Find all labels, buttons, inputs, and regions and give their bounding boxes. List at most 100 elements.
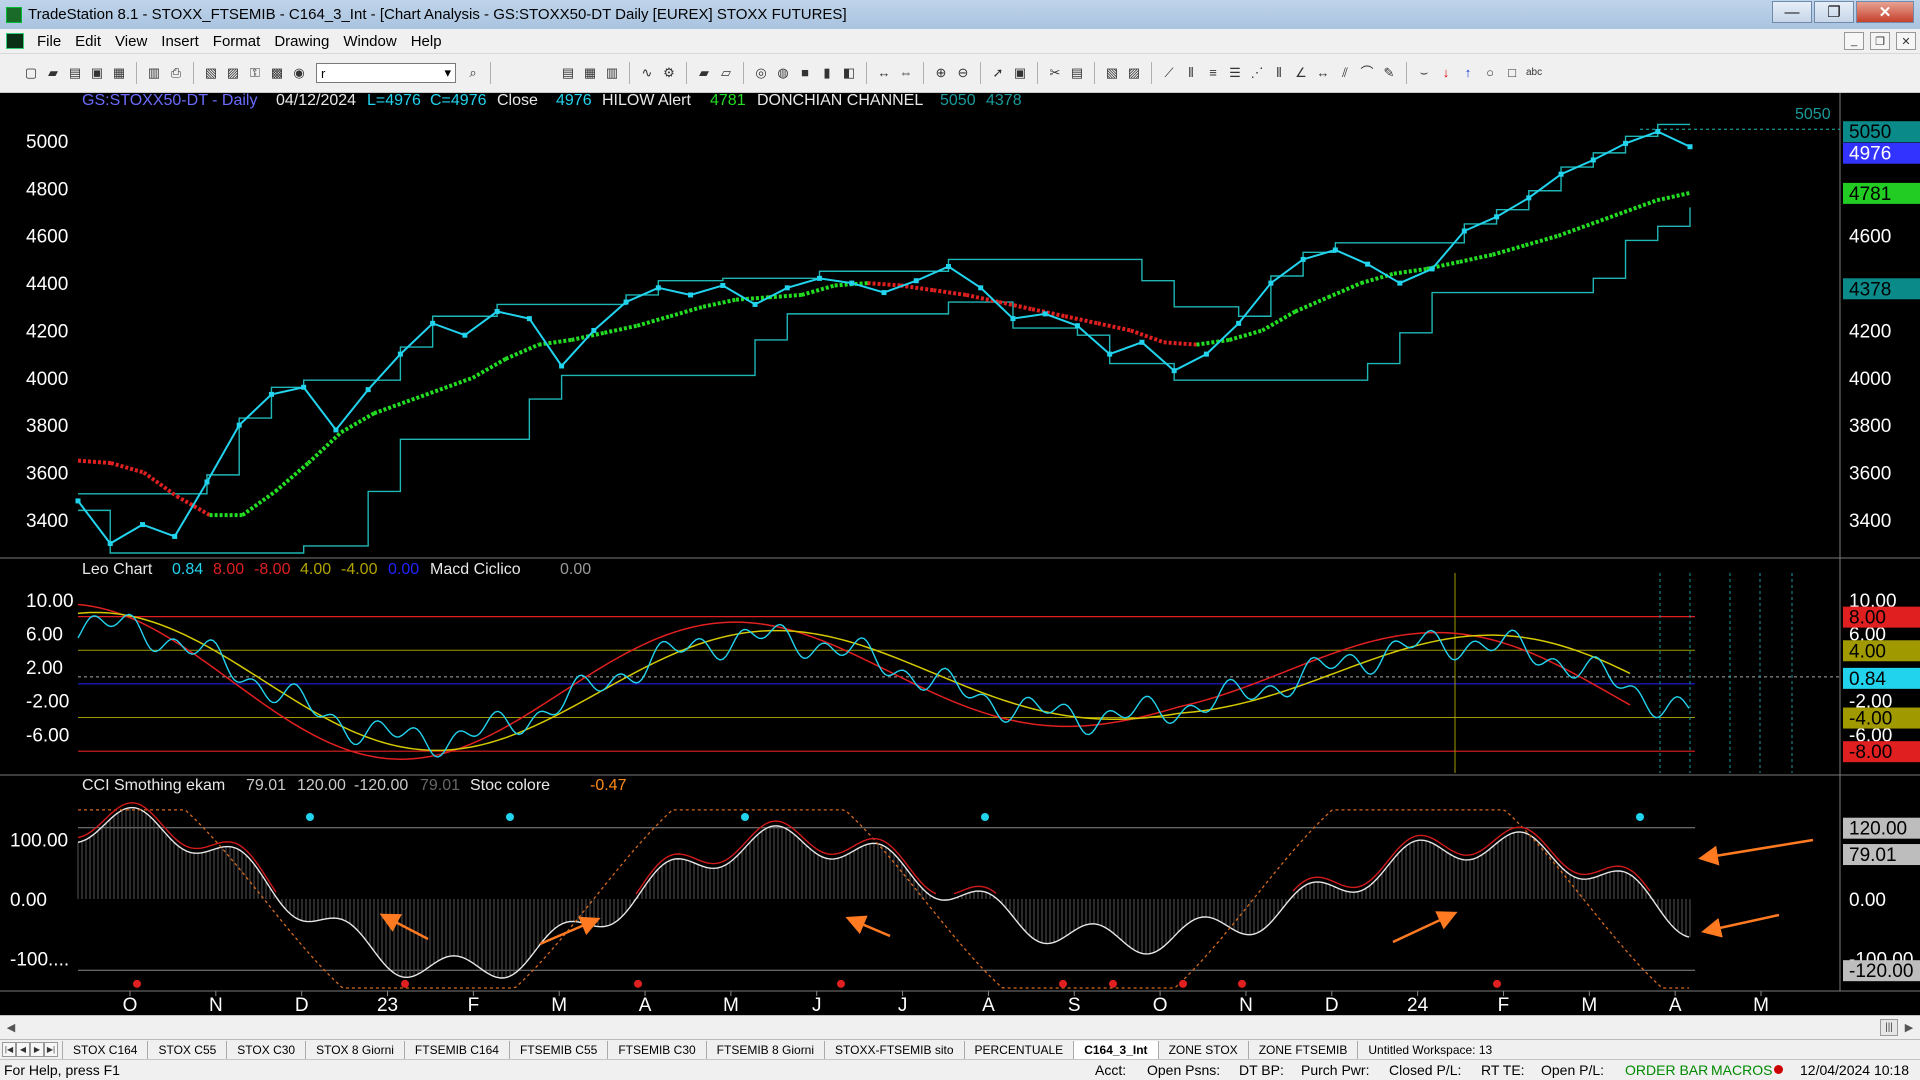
menu-insert[interactable]: Insert <box>154 33 206 50</box>
menu-edit[interactable]: Edit <box>68 33 108 50</box>
scan-icon[interactable]: ⚙ <box>661 65 677 81</box>
workspace-tab[interactable]: FTSEMIB C164 <box>403 1040 509 1059</box>
pencil-icon[interactable]: ✎ <box>1381 65 1397 81</box>
expand-icon[interactable]: ⇔ <box>898 65 914 81</box>
macros-button[interactable]: MACROS <box>1711 1062 1772 1078</box>
compress-icon[interactable]: ↔ <box>876 65 892 81</box>
price-bar-marker <box>784 285 790 291</box>
arc-icon[interactable]: ⌒ <box>1359 65 1375 81</box>
tab-first-icon[interactable]: |◀ <box>2 1042 16 1057</box>
menu-file[interactable]: File <box>30 33 68 50</box>
workspace-tab[interactable]: STOXX-FTSEMIB sito <box>824 1040 963 1059</box>
matrix-icon[interactable]: ◍ <box>775 65 791 81</box>
lock-icon[interactable]: ⚿ <box>247 65 263 81</box>
zoom-out-icon[interactable]: ⊖ <box>955 65 971 81</box>
zoom-in-icon[interactable]: ⊕ <box>933 65 949 81</box>
doc-minimize-button[interactable]: _ <box>1844 32 1864 50</box>
horizontal-arrow-icon[interactable]: ↔ <box>1315 65 1331 81</box>
rectangle-icon[interactable]: □ <box>1504 65 1520 81</box>
horizontal-lines-icon[interactable]: ≡ <box>1205 65 1221 81</box>
toolbar-separator <box>923 62 924 84</box>
open-folder-icon[interactable]: ▰ <box>45 65 61 81</box>
print-preview-icon[interactable]: ▥ <box>146 65 162 81</box>
chart-horizontal-scrollbar[interactable]: ◀ ||| ▶ <box>0 1015 1920 1039</box>
tab-last-icon[interactable]: ▶| <box>44 1042 58 1057</box>
scroll-icon[interactable]: ◧ <box>841 65 857 81</box>
doc-restore-button[interactable]: ❐ <box>1870 32 1890 50</box>
window-icon[interactable]: ▧ <box>203 65 219 81</box>
price-bar-marker <box>1236 320 1242 326</box>
workspace-tab[interactable]: Untitled Workspace: 13 <box>1357 1040 1502 1059</box>
text-tool-icon[interactable]: abc <box>1526 65 1542 81</box>
alert-icon[interactable]: ▧ <box>1104 65 1120 81</box>
vertical-lines-icon[interactable]: ⦀ <box>1183 65 1199 81</box>
workspace-tab[interactable]: FTSEMIB C30 <box>607 1040 705 1059</box>
bars-icon[interactable]: ▮ <box>819 65 835 81</box>
new-icon[interactable]: ▢ <box>23 65 39 81</box>
scroll-right-icon[interactable]: ▶ <box>1901 1020 1917 1036</box>
sheet-icon[interactable]: ▥ <box>604 65 620 81</box>
arrow-up-icon[interactable]: ↑ <box>1460 65 1476 81</box>
open-icon[interactable]: ▤ <box>67 65 83 81</box>
tools-icon[interactable]: ✂ <box>1047 65 1063 81</box>
workspace-tab[interactable]: STOX C55 <box>147 1040 226 1059</box>
menu-help[interactable]: Help <box>404 33 449 50</box>
save-all-icon[interactable]: ▦ <box>111 65 127 81</box>
chart-canvas[interactable]: 5000 4800 4600 4400 4200 4000 3800 3600 3400 4600… <box>0 93 1920 1015</box>
workspace-tab[interactable]: ZONE STOX <box>1157 1040 1248 1059</box>
workspace-tab[interactable]: PERCENTUALE <box>963 1040 1074 1059</box>
chart-window-icon[interactable]: ■ <box>797 65 813 81</box>
lookup-icon[interactable]: ⌕ <box>465 65 481 81</box>
chart-icon[interactable]: ∿ <box>639 65 655 81</box>
globe-icon[interactable]: ◉ <box>291 65 307 81</box>
macro-icon[interactable]: ▨ <box>1126 65 1142 81</box>
menu-format[interactable]: Format <box>206 33 268 50</box>
windows-icon[interactable]: ▨ <box>225 65 241 81</box>
chart-document-icon[interactable] <box>6 33 24 49</box>
workspace-tab[interactable]: FTSEMIB C55 <box>508 1040 607 1059</box>
print-icon[interactable]: ⎙ <box>168 65 184 81</box>
ellipse-icon[interactable]: ○ <box>1482 65 1498 81</box>
strategy-icon[interactable]: ▱ <box>718 65 734 81</box>
scroll-thumb[interactable]: ||| <box>1880 1019 1898 1036</box>
stoc-bottom-dot <box>133 979 141 988</box>
table-icon[interactable]: ▦ <box>582 65 598 81</box>
scroll-left-icon[interactable]: ◀ <box>3 1020 19 1036</box>
toolbar-separator <box>980 62 981 84</box>
menu-view[interactable]: View <box>108 33 154 50</box>
doc-close-button[interactable]: ✕ <box>1896 32 1916 50</box>
close-button[interactable]: ✕ <box>1856 1 1914 23</box>
radar-icon[interactable]: ◎ <box>753 65 769 81</box>
symbol-input[interactable]: r ▾ <box>316 63 456 83</box>
workspace-tab[interactable]: STOX 8 Giorni <box>305 1040 404 1059</box>
save-icon[interactable]: ▣ <box>89 65 105 81</box>
fib-icon[interactable]: ☰ <box>1227 65 1243 81</box>
channel-icon[interactable]: ⫽ <box>1337 65 1353 81</box>
menu-drawing[interactable]: Drawing <box>267 33 336 50</box>
workspace-tab[interactable]: FTSEMIB 8 Giorni <box>705 1040 824 1059</box>
gann-fan-icon[interactable]: ⫴ <box>1271 65 1287 81</box>
indicator-icon[interactable]: ▰ <box>696 65 712 81</box>
data-window-icon[interactable]: ▣ <box>1012 65 1028 81</box>
maximize-button[interactable]: ❐ <box>1814 1 1854 23</box>
format-icon[interactable]: ▤ <box>1069 65 1085 81</box>
workspace-tab[interactable]: STOX C30 <box>226 1040 305 1059</box>
chevron-down-icon[interactable]: ▾ <box>444 65 451 81</box>
tab-next-icon[interactable]: ▶ <box>30 1042 44 1057</box>
pointer-icon[interactable]: ➚ <box>990 65 1006 81</box>
tab-prev-icon[interactable]: ◀ <box>16 1042 30 1057</box>
speed-lines-icon[interactable]: ⋰ <box>1249 65 1265 81</box>
workspace-tab[interactable]: ZONE FTSEMIB <box>1247 1040 1358 1059</box>
minimize-button[interactable]: — <box>1772 1 1812 23</box>
curve-icon[interactable]: ⌣ <box>1416 65 1432 81</box>
arrow-down-icon[interactable]: ↓ <box>1438 65 1454 81</box>
workspace-tab[interactable]: STOX C164 <box>62 1040 147 1059</box>
order-bar-button[interactable]: ORDER BAR <box>1625 1062 1708 1078</box>
angle-icon[interactable]: ∠ <box>1293 65 1309 81</box>
grid-icon[interactable]: ▤ <box>560 65 576 81</box>
menu-window[interactable]: Window <box>336 33 403 50</box>
trendline-icon[interactable]: ⟋ <box>1161 65 1177 81</box>
workspace-tab[interactable]: C164_3_Int <box>1073 1040 1158 1059</box>
chart-area[interactable]: 5000 4800 4600 4400 4200 4000 3800 3600 3400 4600… <box>0 93 1920 1015</box>
notes-icon[interactable]: ▩ <box>269 65 285 81</box>
